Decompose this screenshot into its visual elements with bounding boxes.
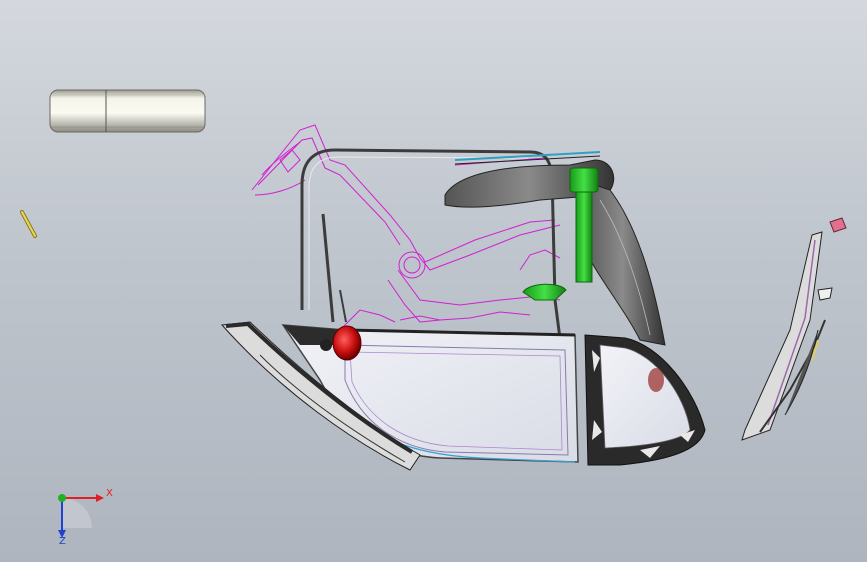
y-axis-dot xyxy=(58,494,66,502)
green-dome[interactable] xyxy=(522,283,567,301)
pillar-strip[interactable] xyxy=(741,231,826,441)
cylinder-part[interactable] xyxy=(49,89,206,133)
axis-triad: X Z xyxy=(58,488,113,547)
pin-part[interactable] xyxy=(20,210,37,238)
quarter-panel[interactable] xyxy=(584,334,706,466)
cad-viewport[interactable]: X Z xyxy=(0,0,867,562)
clip-part-grey[interactable] xyxy=(817,287,833,301)
clip-part-pink[interactable] xyxy=(829,217,847,233)
x-axis-label: X xyxy=(106,488,113,499)
model-canvas[interactable]: X Z xyxy=(0,0,867,562)
z-axis-label: Z xyxy=(59,536,66,547)
